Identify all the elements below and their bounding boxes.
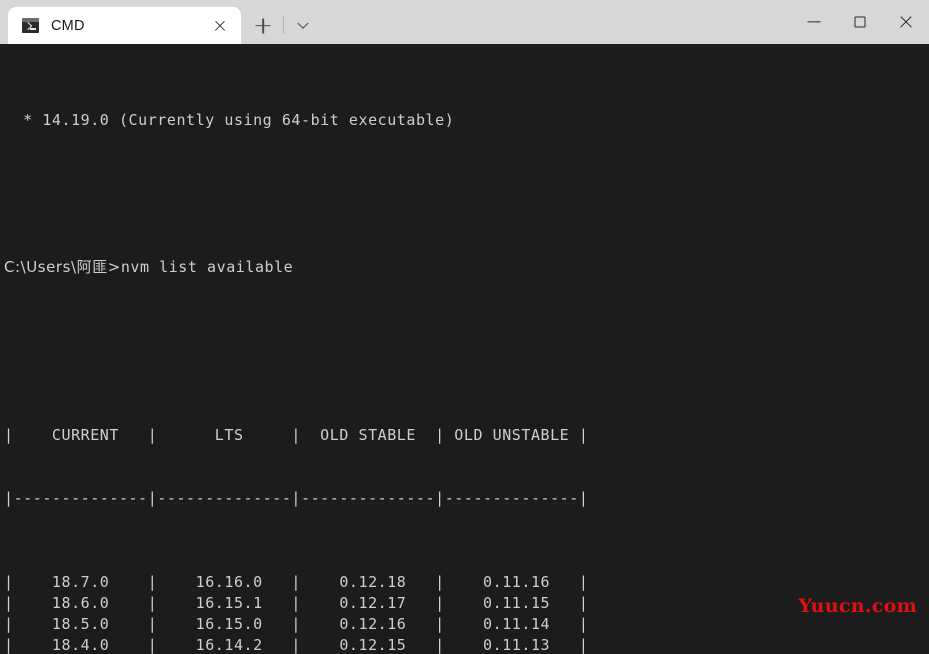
window-close-button[interactable] [883, 0, 929, 44]
new-tab-button[interactable] [245, 7, 281, 44]
title-bar: CMD [0, 0, 929, 44]
watermark: Yuucn.com [798, 595, 917, 617]
window-controls [791, 0, 929, 44]
prompt-line: C:\Users\阿匪>nvm list available [0, 257, 929, 278]
table-row: | 18.7.0 | 16.16.0 | 0.12.18 | 0.11.16 | [4, 573, 589, 591]
terminal-window: CMD * 14.19.0 (Currently using 64-bit ex… [0, 0, 929, 654]
close-icon[interactable] [207, 13, 233, 39]
minimize-button[interactable] [791, 0, 837, 44]
tab-menu-button[interactable] [288, 7, 318, 44]
divider [283, 16, 284, 34]
prompt-path: C:\Users\阿匪> [4, 258, 121, 276]
prompt-command: nvm list available [120, 258, 294, 276]
terminal-icon [22, 18, 39, 33]
table-separator-row: |--------------|--------------|---------… [4, 489, 589, 507]
chevron-down-icon [297, 17, 309, 29]
table-row: | 18.6.0 | 16.15.1 | 0.12.17 | 0.11.15 | [4, 594, 589, 612]
nvm-current-version-line: * 14.19.0 (Currently using 64-bit execut… [4, 111, 455, 129]
table-row: | 18.5.0 | 16.15.0 | 0.12.16 | 0.11.14 | [4, 615, 589, 633]
table-header-row: | CURRENT | LTS | OLD STABLE | OLD UNSTA… [4, 426, 589, 444]
table-row: | 18.4.0 | 16.14.2 | 0.12.15 | 0.11.13 | [4, 636, 589, 654]
tab-label: CMD [51, 17, 85, 34]
tab-cmd[interactable]: CMD [8, 7, 241, 44]
table-body: | 18.7.0 | 16.16.0 | 0.12.18 | 0.11.16 |… [0, 572, 929, 654]
terminal-output[interactable]: * 14.19.0 (Currently using 64-bit execut… [0, 44, 929, 654]
maximize-button[interactable] [837, 0, 883, 44]
